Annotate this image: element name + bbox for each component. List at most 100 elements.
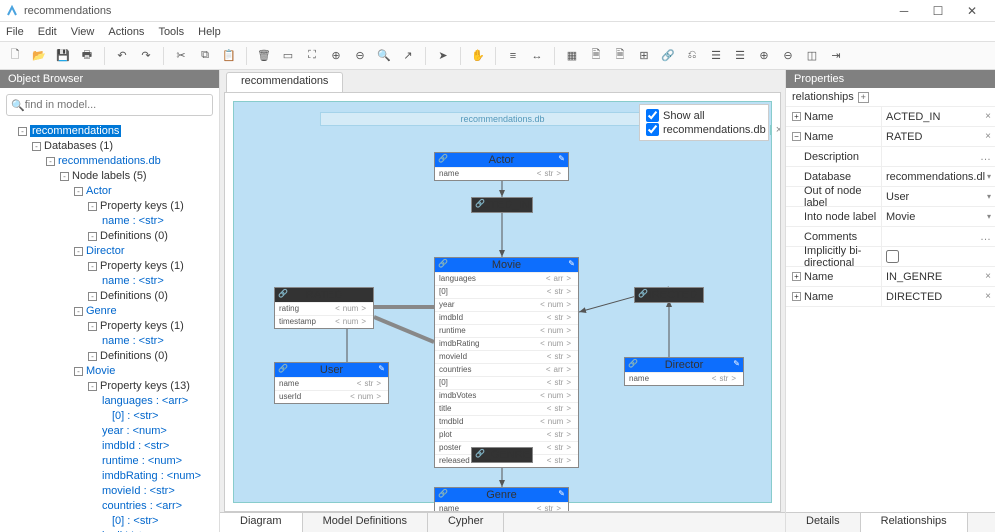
edit-icon[interactable]: ✎ <box>568 259 575 268</box>
tree-prop[interactable]: year : <num> <box>102 425 167 437</box>
add-icon[interactable]: ⊕ <box>755 47 773 65</box>
chevron-down-icon[interactable]: ▾ <box>987 212 991 221</box>
print-icon[interactable]: 🖶 <box>78 47 96 65</box>
tree-toggle-icon[interactable]: - <box>88 322 97 331</box>
tree-definitions[interactable]: Definitions (0) <box>100 350 168 362</box>
cluster-icon[interactable]: ⊞ <box>635 47 653 65</box>
menu-actions[interactable]: Actions <box>108 26 144 38</box>
zoom-out-icon[interactable]: ⊖ <box>351 47 369 65</box>
tree-prop[interactable]: [0] : <str> <box>112 410 158 422</box>
prop-value[interactable]: IN_GENRE <box>886 271 942 283</box>
tree-definitions[interactable]: Definitions (0) <box>100 230 168 242</box>
search-box[interactable]: 🔍 <box>6 94 213 116</box>
new-icon[interactable]: 🗋 <box>6 47 24 65</box>
menu-view[interactable]: View <box>71 26 95 38</box>
prop-value[interactable]: User <box>886 191 909 203</box>
cut-icon[interactable]: ✂ <box>172 47 190 65</box>
expand-icon[interactable]: ↗ <box>399 47 417 65</box>
tab-relationships[interactable]: Relationships <box>861 513 968 532</box>
legend-showall-checkbox[interactable] <box>646 109 659 122</box>
node-directed[interactable]: 🔗DIRECTED <box>634 287 704 303</box>
tree-toggle-icon[interactable]: - <box>74 187 83 196</box>
tree-databases[interactable]: Databases (1) <box>44 140 113 152</box>
chevron-down-icon[interactable]: ▾ <box>987 172 991 181</box>
diagram-canvas[interactable]: recommendations.db Show all recommendati… <box>224 92 781 512</box>
search-input[interactable] <box>25 99 208 111</box>
tree-prop[interactable]: countries : <arr> <box>102 500 182 512</box>
remove-icon[interactable]: ⊖ <box>779 47 797 65</box>
implicit-checkbox[interactable] <box>886 250 899 263</box>
zoom-in-icon[interactable]: ⊕ <box>327 47 345 65</box>
hand-icon[interactable]: ✋ <box>469 47 487 65</box>
legend-close-icon[interactable]: × <box>776 124 781 136</box>
tab-recommendations[interactable]: recommendations <box>226 72 343 92</box>
tree-node-labels[interactable]: Node labels (5) <box>72 170 147 182</box>
fit-icon[interactable]: ⛶ <box>303 47 321 65</box>
add-relationship-icon[interactable]: + <box>858 92 869 103</box>
menu-tools[interactable]: Tools <box>158 26 184 38</box>
collapse-icon[interactable]: − <box>792 132 801 141</box>
paste-icon[interactable]: 📋 <box>220 47 238 65</box>
open-icon[interactable]: 📂 <box>30 47 48 65</box>
legend-db-checkbox[interactable] <box>646 123 659 136</box>
tree-actor[interactable]: Actor <box>86 185 112 197</box>
prop-value[interactable]: DIRECTED <box>886 291 942 303</box>
tree-toggle-icon[interactable]: - <box>32 142 41 151</box>
node-rated[interactable]: 🔗RATED rating<num> timestamp<num> <box>274 287 374 329</box>
edit-icon[interactable]: ✎ <box>558 154 565 163</box>
tree-director[interactable]: Director <box>86 245 125 257</box>
tree-toggle-icon[interactable]: - <box>74 307 83 316</box>
tree-toggle-icon[interactable]: - <box>88 352 97 361</box>
settings-icon[interactable]: ⇥ <box>827 47 845 65</box>
tree-toggle-icon[interactable]: - <box>46 157 55 166</box>
menu-edit[interactable]: Edit <box>38 26 57 38</box>
tree-prop[interactable]: imdbId : <str> <box>102 440 169 452</box>
tree-propkeys[interactable]: Property keys (1) <box>100 260 184 272</box>
grid-icon[interactable]: ▦ <box>563 47 581 65</box>
align-icon[interactable]: ≡ <box>504 47 522 65</box>
tree-propkeys[interactable]: Property keys (1) <box>100 200 184 212</box>
list-icon[interactable]: ☰ <box>707 47 725 65</box>
node-actor[interactable]: 🔗Actor✎ name<str> <box>434 152 569 181</box>
pointer-icon[interactable]: ➤ <box>434 47 452 65</box>
node-director[interactable]: 🔗Director✎ name<str> <box>624 357 744 386</box>
delete-icon[interactable]: 🗑 <box>255 47 273 65</box>
select-icon[interactable]: ▭ <box>279 47 297 65</box>
tree-toggle-icon[interactable]: - <box>74 247 83 256</box>
tree-prop[interactable]: languages : <arr> <box>102 395 188 407</box>
tab-model-definitions[interactable]: Model Definitions <box>303 513 428 532</box>
tree-prop[interactable]: runtime : <num> <box>102 455 182 467</box>
page-icon[interactable]: 🗎 <box>611 47 629 65</box>
node-in-genre[interactable]: 🔗IN_GENRE <box>471 447 533 463</box>
edit-icon[interactable]: ✎ <box>558 489 565 498</box>
tree-propkeys[interactable]: Property keys (1) <box>100 320 184 332</box>
prop-value[interactable]: RATED <box>886 131 922 143</box>
panel-icon[interactable]: ◫ <box>803 47 821 65</box>
zoom-actual-icon[interactable]: 🔍 <box>375 47 393 65</box>
minimize-button[interactable]: ─ <box>887 4 921 18</box>
object-tree[interactable]: -recommendations -Databases (1) -recomme… <box>0 122 219 532</box>
expand-icon[interactable]: + <box>792 292 801 301</box>
tree-prop[interactable]: name : <str> <box>102 275 164 287</box>
prop-value[interactable]: Movie <box>886 211 915 223</box>
tree-toggle-icon[interactable]: - <box>60 172 69 181</box>
edit-icon[interactable]: ✎ <box>733 359 740 368</box>
tree-toggle-icon[interactable]: - <box>18 127 27 136</box>
clear-icon[interactable]: × <box>985 271 991 282</box>
edit-icon[interactable]: ✎ <box>378 364 385 373</box>
prop-value[interactable]: ACTED_IN <box>886 111 940 123</box>
tree-genre[interactable]: Genre <box>86 305 117 317</box>
prop-value[interactable]: recommendations.dl <box>886 171 985 183</box>
clear-icon[interactable]: × <box>985 131 991 142</box>
expand-icon[interactable]: + <box>792 112 801 121</box>
tree-toggle-icon[interactable]: - <box>88 292 97 301</box>
redo-icon[interactable]: ↷ <box>137 47 155 65</box>
save-icon[interactable]: 💾 <box>54 47 72 65</box>
menu-help[interactable]: Help <box>198 26 221 38</box>
expand-icon[interactable]: + <box>792 272 801 281</box>
undo-icon[interactable]: ↶ <box>113 47 131 65</box>
node-user[interactable]: 🔗User✎ name<str> userId<num> <box>274 362 389 404</box>
tree-toggle-icon[interactable]: - <box>74 367 83 376</box>
tree-definitions[interactable]: Definitions (0) <box>100 290 168 302</box>
distribute-icon[interactable]: ↔ <box>528 47 546 65</box>
